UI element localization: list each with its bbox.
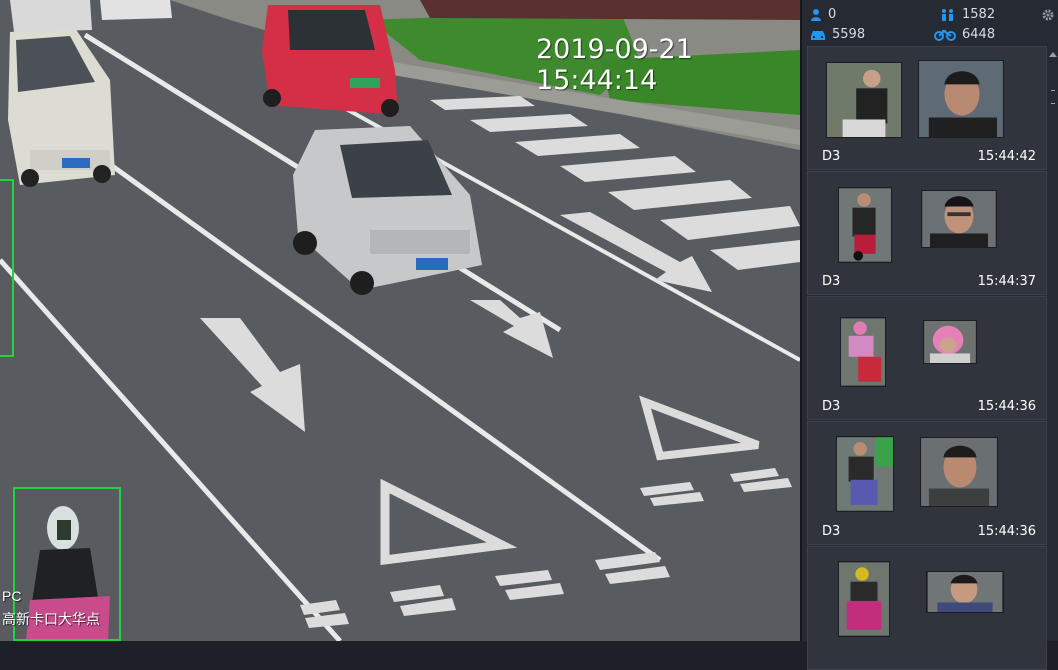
capture-face-image[interactable] xyxy=(921,190,997,248)
capture-card[interactable]: D3 15:44:36 xyxy=(807,296,1047,420)
stat-people-count: 1582 xyxy=(962,7,996,22)
gear-icon[interactable] xyxy=(1042,9,1054,21)
stat-people: 1582 xyxy=(940,7,995,22)
capture-footer: D3 15:44:42 xyxy=(816,149,1036,167)
capture-body-image[interactable] xyxy=(840,317,886,387)
capture-body-image[interactable] xyxy=(838,561,890,637)
capture-card[interactable]: D3 15:44:36 xyxy=(807,421,1047,545)
osd-timestamp: 2019-09-21 15:44:14 xyxy=(536,34,693,96)
capture-time: 15:44:42 xyxy=(977,149,1036,164)
capture-card[interactable] xyxy=(807,546,1047,670)
detection-box-left[interactable] xyxy=(0,179,14,357)
scroll-up-icon[interactable] xyxy=(1049,52,1057,57)
stat-vehicle-count: 5598 xyxy=(832,27,866,42)
capture-panel: 0 1582 5598 6448 D3 15:44:42 D3 15:44:37… xyxy=(800,0,1058,670)
capture-face-image[interactable] xyxy=(923,320,977,364)
camera-location: 高新卡口大华点 xyxy=(2,611,100,627)
capture-body-image[interactable] xyxy=(838,187,892,263)
capture-body-image[interactable] xyxy=(836,436,894,512)
capture-face-image[interactable] xyxy=(926,571,1004,613)
capture-face-image[interactable] xyxy=(920,437,998,507)
camera-label: PC xyxy=(2,588,22,604)
capture-face-image[interactable] xyxy=(918,60,1004,138)
capture-card[interactable]: D3 15:44:37 xyxy=(807,171,1047,295)
people-icon xyxy=(942,8,953,21)
capture-footer: D3 15:44:37 xyxy=(816,274,1036,292)
stat-person: 0 xyxy=(810,7,836,22)
scroll-thumb[interactable] xyxy=(1051,90,1055,104)
capture-footer xyxy=(816,649,1036,667)
capture-time: 15:44:36 xyxy=(977,524,1036,539)
stat-bicycle: 6448 xyxy=(934,27,995,42)
stats-bar: 0 1582 5598 6448 xyxy=(802,0,1058,46)
capture-time: 15:44:36 xyxy=(977,399,1036,414)
live-video-view[interactable]: 2019-09-21 15:44:14 PC 高新卡口大华点 xyxy=(0,0,800,641)
capture-card[interactable]: D3 15:44:42 xyxy=(807,46,1047,170)
stat-person-count: 0 xyxy=(828,7,837,22)
bicycle-icon xyxy=(934,29,956,41)
red-car xyxy=(262,5,399,117)
capture-footer: D3 15:44:36 xyxy=(816,399,1036,417)
capture-list-scrollbar[interactable] xyxy=(1048,46,1058,641)
capture-footer: D3 15:44:36 xyxy=(816,524,1036,542)
capture-time: 15:44:37 xyxy=(977,274,1036,289)
capture-channel: D3 xyxy=(822,524,841,539)
stat-vehicle: 5598 xyxy=(810,27,865,42)
car-icon xyxy=(811,30,825,40)
capture-channel: D3 xyxy=(822,149,841,164)
capture-channel: D3 xyxy=(822,399,841,414)
stat-bicycle-count: 6448 xyxy=(962,27,996,42)
person-icon xyxy=(811,8,821,21)
capture-channel: D3 xyxy=(822,274,841,289)
capture-body-image[interactable] xyxy=(826,62,902,138)
